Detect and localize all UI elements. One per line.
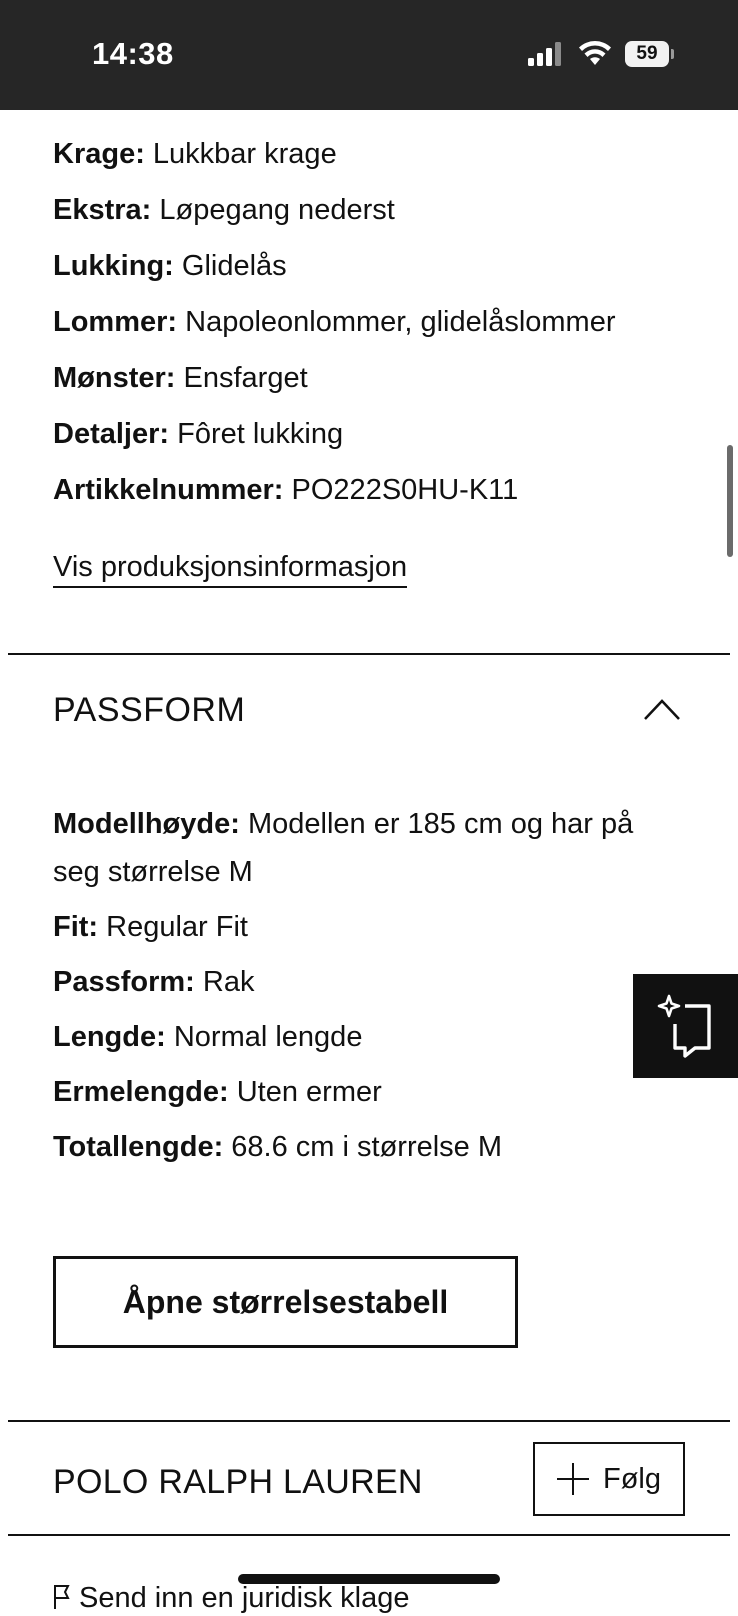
spec-value: Ensfarget xyxy=(183,362,308,394)
status-bar: 14:38 59 xyxy=(0,0,738,110)
spec-row-closure: Lukking: Glidelås xyxy=(53,248,693,304)
chevron-up-icon[interactable] xyxy=(642,696,682,722)
battery-level: 59 xyxy=(625,41,669,67)
fit-row-total-length: Totallengde: 68.6 cm i størrelse M xyxy=(53,1123,673,1171)
cellular-signal-icon xyxy=(528,42,561,66)
production-info-link[interactable]: Vis produksjonsinformasjon xyxy=(53,548,408,588)
spec-row-details: Detaljer: Fôret lukking xyxy=(53,416,693,472)
spec-label: Krage: xyxy=(53,138,145,170)
spec-row-article-number: Artikkelnummer: PO222S0HU-K11 xyxy=(53,472,693,528)
spec-row-pattern: Mønster: Ensfarget xyxy=(53,360,693,416)
fit-label: Ermelengde: xyxy=(53,1076,229,1108)
fit-row-sleeve-length: Ermelengde: Uten ermer xyxy=(53,1068,673,1116)
spec-label: Lommer: xyxy=(53,306,178,338)
spec-label: Detaljer: xyxy=(53,418,170,450)
fit-value: Uten ermer xyxy=(236,1076,382,1108)
section-divider xyxy=(8,653,730,655)
fit-value: 68.6 cm i størrelse M xyxy=(231,1131,503,1163)
fit-label: Fit: xyxy=(53,911,99,943)
spec-label: Ekstra: xyxy=(53,194,152,226)
floating-ai-button[interactable] xyxy=(633,974,738,1078)
fit-row-shape: Passform: Rak xyxy=(53,958,673,1006)
brand-name[interactable]: POLO RALPH LAUREN xyxy=(53,1462,423,1502)
spec-value: Glidelås xyxy=(181,250,287,282)
spec-row-extra: Ekstra: Løpegang nederst xyxy=(53,192,693,248)
spec-row-collar: Krage: Lukkbar krage xyxy=(53,136,693,192)
fit-value: Regular Fit xyxy=(106,911,248,943)
spec-row-pockets: Lommer: Napoleonlommer, glidelåslommer xyxy=(53,304,693,360)
battery-icon: 59 xyxy=(625,41,674,67)
fit-label: Lengde: xyxy=(53,1021,166,1053)
follow-brand-button[interactable]: Følg xyxy=(533,1442,685,1516)
fit-value: Normal lengde xyxy=(173,1021,363,1053)
spec-value: Fôret lukking xyxy=(177,418,344,450)
plus-icon xyxy=(557,1463,589,1495)
spec-label: Lukking: xyxy=(53,250,174,282)
section-divider xyxy=(8,1420,730,1422)
legal-complaint-label: Send inn en juridisk klage xyxy=(79,1582,410,1614)
fit-row-length: Lengde: Normal lengde xyxy=(53,1013,673,1061)
fit-label: Totallengde: xyxy=(53,1131,224,1163)
fit-value: Rak xyxy=(202,966,255,998)
wifi-icon xyxy=(579,41,611,65)
spec-value: Løpegang nederst xyxy=(159,194,395,226)
legal-complaint-link[interactable]: Send inn en juridisk klage xyxy=(53,1580,409,1616)
fit-details-list: Modellhøyde: Modellen er 185 cm og har p… xyxy=(53,800,673,1178)
status-time: 14:38 xyxy=(92,36,174,71)
fit-row-fit: Fit: Regular Fit xyxy=(53,903,673,951)
home-indicator xyxy=(238,1574,500,1584)
spec-label: Artikkelnummer: xyxy=(53,474,284,506)
spec-value: Napoleonlommer, glidelåslommer xyxy=(185,306,616,338)
section-divider xyxy=(8,1534,730,1536)
follow-label: Følg xyxy=(603,1462,661,1495)
fit-label: Modellhøyde: xyxy=(53,808,240,840)
flag-icon xyxy=(54,1585,70,1609)
fit-label: Passform: xyxy=(53,966,195,998)
spec-value: Lukkbar krage xyxy=(152,138,337,170)
product-details-list: Krage: Lukkbar krage Ekstra: Løpegang ne… xyxy=(53,136,693,528)
sparkle-crop-icon xyxy=(657,994,711,1058)
scrollbar[interactable] xyxy=(727,445,733,557)
section-title-passform[interactable]: PASSFORM xyxy=(53,690,245,730)
spec-value: PO222S0HU-K11 xyxy=(291,474,519,506)
fit-row-model-height: Modellhøyde: Modellen er 185 cm og har p… xyxy=(53,800,673,896)
spec-label: Mønster: xyxy=(53,362,176,394)
battery-cap xyxy=(671,49,674,59)
open-size-table-button[interactable]: Åpne størrelsestabell xyxy=(53,1256,518,1348)
